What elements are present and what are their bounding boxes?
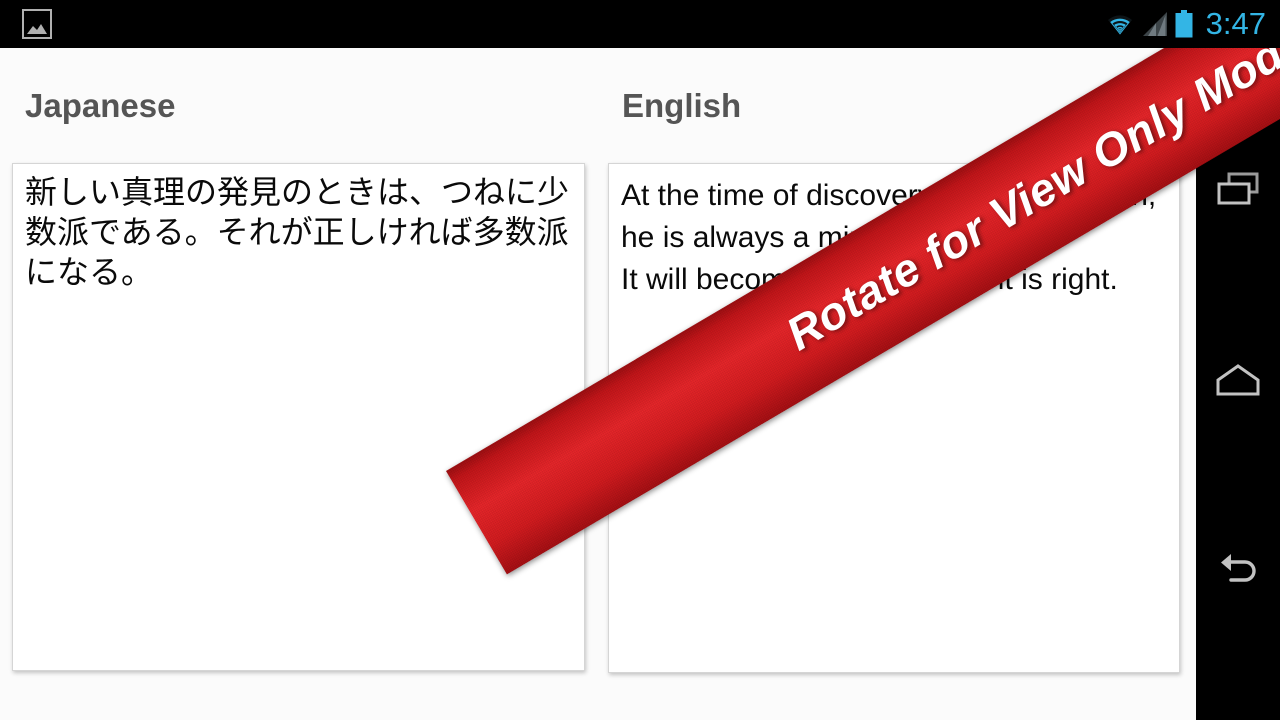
japanese-text: 新しい真理の発見のときは、つねに少数派である。それが正しければ多数派になる。	[25, 174, 570, 290]
japanese-pane: Japanese 新しい真理の発見のときは、つねに少数派である。それが正しければ…	[0, 48, 598, 720]
status-clock: 3:47	[1205, 6, 1266, 41]
device-screen: 3:47 Japanese 新しい真理の発見のときは、つねに少数派である。それが…	[0, 0, 1280, 720]
back-arrow-icon	[1221, 554, 1256, 582]
wifi-icon	[1107, 15, 1132, 35]
app-content: Japanese 新しい真理の発見のときは、つねに少数派である。それが正しければ…	[0, 48, 1196, 720]
recent-apps-icon	[1217, 172, 1259, 205]
japanese-text-card[interactable]: 新しい真理の発見のときは、つねに少数派である。それが正しければ多数派になる。	[12, 163, 585, 671]
back-button[interactable]	[1196, 528, 1280, 612]
english-pane-title: English	[622, 87, 742, 124]
cellular-signal-icon	[1142, 12, 1167, 36]
status-bar: 3:47	[0, 0, 1280, 48]
navigation-bar	[1196, 48, 1280, 720]
battery-icon	[1175, 10, 1193, 38]
english-text: At the time of discovery of the new trut…	[621, 179, 1157, 296]
image-gallery-icon	[22, 9, 52, 39]
english-text-card[interactable]: At the time of discovery of the new trut…	[608, 163, 1180, 673]
japanese-pane-title: Japanese	[25, 87, 176, 124]
home-button[interactable]	[1196, 338, 1280, 422]
image-gallery-glyph	[27, 24, 47, 34]
home-icon	[1216, 364, 1260, 396]
recent-apps-button[interactable]	[1196, 148, 1280, 232]
english-pane: English At the time of discovery of the …	[598, 48, 1196, 720]
status-icons: 3:47	[1105, 0, 1266, 48]
